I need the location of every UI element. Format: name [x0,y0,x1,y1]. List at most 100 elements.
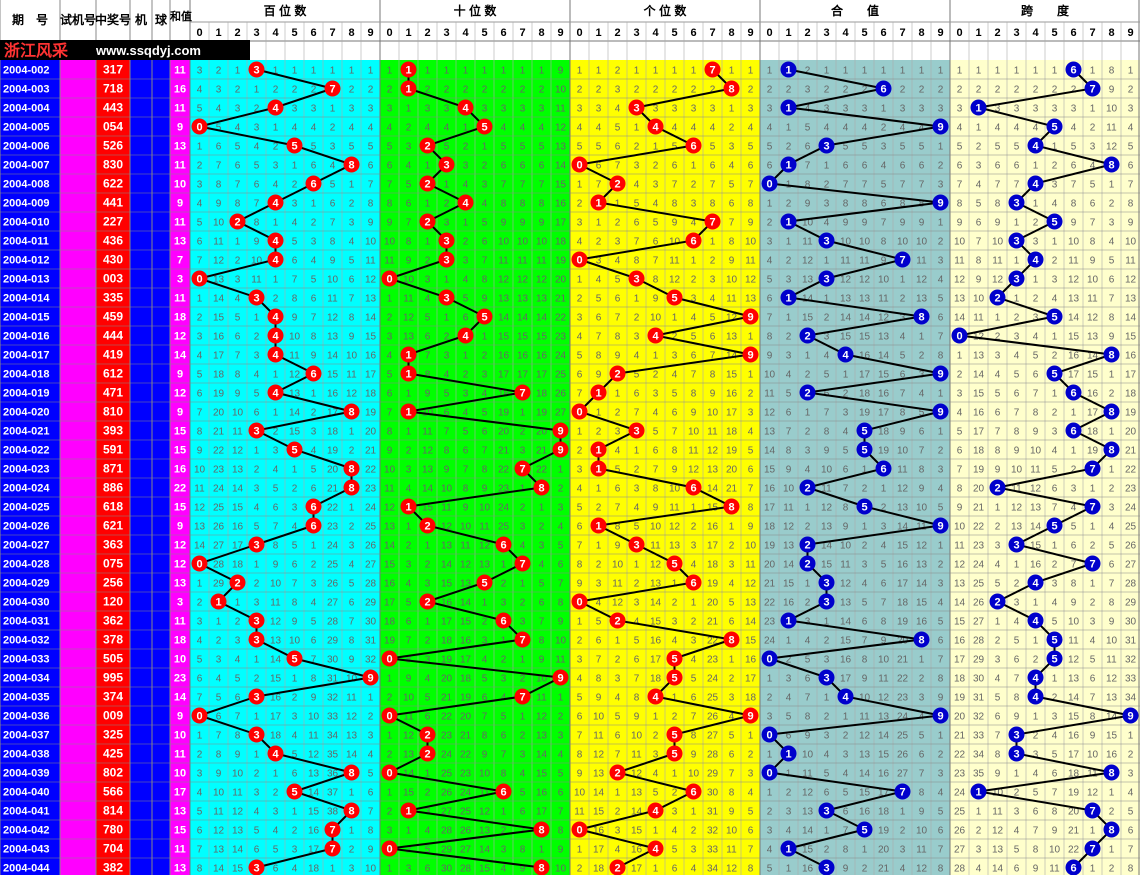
ball-digit-shi: 3 [443,160,449,172]
miss-count: 7 [938,655,944,666]
miss-count: 18 [954,674,966,685]
miss-count: 7 [615,313,621,324]
miss-count: 4 [558,522,564,533]
miss-count: 2 [748,85,754,96]
miss-count: 1 [919,66,925,77]
miss-count: 2 [596,560,602,571]
miss-count: 1 [349,503,355,514]
miss-count: 11 [1106,655,1117,666]
miss-count: 4 [1128,788,1134,799]
miss-count: 2 [254,465,260,476]
miss-count: 15 [479,864,491,875]
miss-count: 1 [216,617,222,628]
miss-count: 9 [406,256,412,267]
miss-count: 29 [327,636,339,647]
ball-digit-kua: 5 [1051,521,1057,533]
miss-count: 1 [482,598,488,609]
miss-count: 14 [802,826,814,837]
miss-count: 7 [995,731,1001,742]
miss-count: 2 [862,864,868,875]
miss-count: 13 [954,579,966,590]
miss-count: 8 [482,731,488,742]
miss-count: 6 [843,807,849,818]
miss-count: 1 [843,66,849,77]
miss-count: 13 [536,294,548,305]
header-winning-number: 中奖号 [95,12,131,27]
ball-digit-kua: 4 [1032,616,1039,628]
miss-count: 5 [1014,142,1020,153]
miss-count: 14 [973,370,985,381]
miss-count: 1 [387,788,393,799]
miss-count: 18 [1125,389,1137,400]
miss-count: 2 [824,636,830,647]
miss-count: 13 [821,522,833,533]
miss-count: 7 [862,636,868,647]
miss-count: 4 [824,750,830,761]
ball-digit-bai: 3 [253,540,259,552]
period-label: 2004-029 [3,578,50,590]
miss-count: 2 [1052,693,1058,704]
miss-count: 4 [349,560,355,571]
miss-count: 15 [365,332,377,343]
ball-digit-he: 9 [937,369,943,381]
miss-count: 2 [368,85,374,96]
ball-digit-bai: 7 [329,84,335,96]
miss-count: 20 [327,465,339,476]
miss-count: 6 [349,598,355,609]
ball-digit-he: 2 [804,540,810,552]
miss-count: 4 [748,788,754,799]
miss-count: 1 [900,807,906,818]
miss-count: 3 [672,351,678,362]
period-label: 2004-026 [3,521,50,533]
miss-count: 2 [653,161,659,172]
miss-count: 2 [843,731,849,742]
period-label: 2004-002 [3,65,50,77]
ball-digit-ge: 6 [690,141,696,153]
miss-count: 7 [596,655,602,666]
miss-count: 7 [843,180,849,191]
period-label: 2004-037 [3,730,50,742]
miss-count: 22 [954,750,966,761]
miss-count: 5 [596,294,602,305]
digit-label-bai-4: 4 [272,27,279,39]
miss-count: 9 [596,693,602,704]
ball-digit-bai: 4 [272,103,279,115]
miss-count: 3 [634,484,640,495]
miss-count: 24 [365,503,377,514]
miss-count: 7 [349,294,355,305]
miss-count: 2 [577,294,583,305]
miss-count: 6 [406,617,412,628]
sum-value: 9 [177,711,183,723]
miss-count: 7 [881,218,887,229]
miss-count: 2 [197,750,203,761]
miss-count: 8 [691,731,697,742]
miss-count: 16 [954,636,966,647]
miss-count: 2 [805,522,811,533]
miss-count: 8 [1052,807,1058,818]
miss-count: 3 [1090,617,1096,628]
sum-value: 10 [174,654,186,666]
miss-count: 28 [441,826,453,837]
miss-count: 1 [729,655,735,666]
miss-count: 4 [349,237,355,248]
ball-digit-ge: 4 [652,844,659,856]
miss-count: 1 [938,541,944,552]
ball-digit-he: 1 [785,293,791,305]
miss-count: 5 [216,693,222,704]
miss-count: 4 [1014,617,1020,628]
ball-digit-ge: 5 [671,749,677,761]
miss-count: 10 [650,522,662,533]
period-label: 2004-023 [3,464,50,476]
miss-count: 8 [368,199,374,210]
miss-count: 2 [254,769,260,780]
miss-count: 7 [862,180,868,191]
miss-count: 1 [577,66,583,77]
miss-count: 25 [460,807,472,818]
miss-count: 1 [368,66,374,77]
ball-digit-bai: 3 [253,635,259,647]
miss-count: 9 [843,864,849,875]
period-label: 2004-035 [3,692,50,704]
miss-count: 3 [1109,503,1115,514]
miss-count: 2 [577,85,583,96]
miss-count: 25 [555,370,567,381]
